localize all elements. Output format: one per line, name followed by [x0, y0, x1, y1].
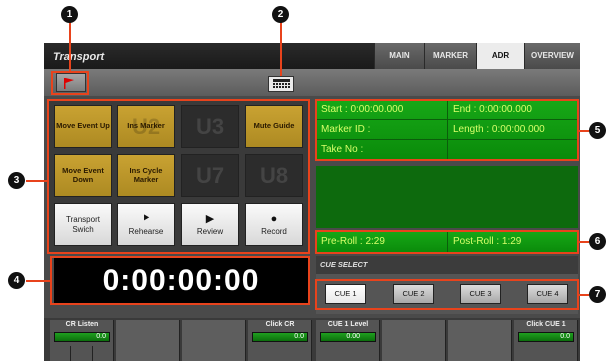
level-value: 0.0 [96, 333, 106, 340]
callout-line-6 [579, 241, 589, 243]
callout-number-1: 1 [61, 6, 78, 23]
callout-frame-1 [51, 71, 89, 95]
callout-line-2 [280, 22, 282, 76]
callout-frame-5 [315, 99, 579, 161]
level-value: 0.00 [346, 333, 360, 340]
level-value: 0.0 [294, 333, 304, 340]
callout-line-1 [69, 22, 71, 71]
strip-segment [71, 346, 93, 361]
channel-label: CUE 1 Level [327, 321, 369, 328]
callout-number-3: 3 [8, 172, 25, 189]
callout-frame-3 [47, 99, 310, 254]
channel-label: Click CR [265, 321, 295, 328]
window-title: Transport [53, 51, 105, 63]
tab-overview[interactable]: OVERVIEW [524, 43, 580, 69]
callout-frame-7 [315, 279, 579, 310]
callout-line-7 [579, 294, 589, 296]
callout-line-5 [579, 130, 589, 132]
callout-line-4 [26, 280, 50, 282]
callout-number-6: 6 [589, 233, 606, 250]
tab-main[interactable]: MAIN [374, 43, 424, 69]
callout-number-5: 5 [589, 122, 606, 139]
cue-list-area [316, 166, 578, 228]
callout-line-3 [26, 180, 47, 182]
toolbar [44, 69, 580, 96]
strip-segment [50, 346, 71, 361]
channel-empty [182, 320, 246, 361]
level-value: 0.0 [560, 333, 570, 340]
tab-marker[interactable]: MARKER [424, 43, 476, 69]
callout-number-2: 2 [272, 6, 289, 23]
channel-label: Click CUE 1 [526, 321, 566, 328]
channel-empty [382, 320, 446, 361]
callout-number-4: 4 [8, 272, 25, 289]
grid-view-button[interactable] [268, 76, 294, 92]
tab-adr[interactable]: ADR [476, 43, 524, 69]
cue-select-title: CUE SELECT [320, 260, 368, 269]
channel-empty [116, 320, 180, 361]
callout-frame-6 [315, 230, 579, 254]
channel-empty [448, 320, 512, 361]
callout-number-7: 7 [589, 286, 606, 303]
callout-frame-4 [50, 256, 310, 305]
grid-icon [273, 79, 290, 88]
channel-label: CR Listen [65, 321, 99, 328]
